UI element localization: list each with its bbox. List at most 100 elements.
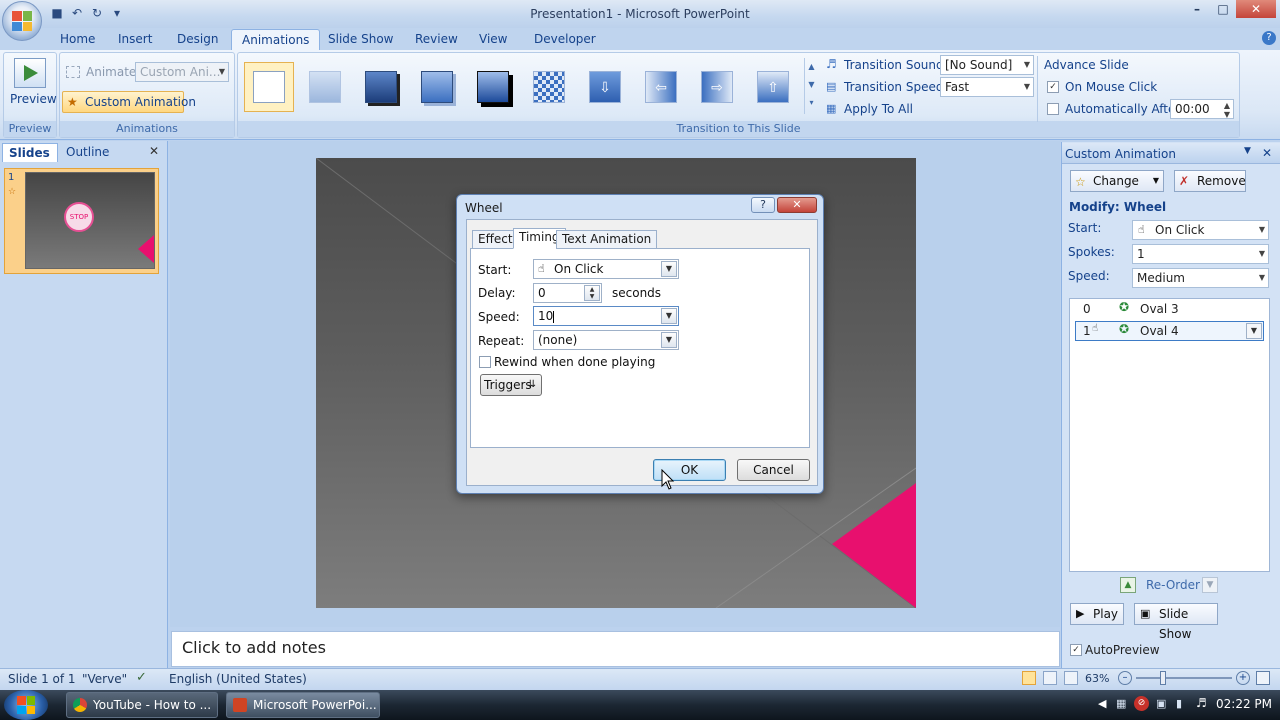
chevron-down-icon[interactable]: ▼ xyxy=(1246,323,1262,339)
office-button[interactable] xyxy=(2,1,42,41)
spelling-icon[interactable]: ✓ xyxy=(136,670,147,685)
volume-icon[interactable]: ♬ xyxy=(1196,696,1207,710)
start-button[interactable] xyxy=(4,690,48,720)
tab-view[interactable]: View xyxy=(469,29,517,50)
tab-text-animation[interactable]: Text Animation xyxy=(556,230,658,249)
slideshow-view-icon[interactable] xyxy=(1064,671,1078,685)
fit-window-icon[interactable] xyxy=(1256,671,1270,685)
spinner-icon[interactable]: ▲ ▼ xyxy=(1224,101,1230,119)
play-button[interactable]: ▶ Play xyxy=(1070,603,1124,625)
slide-sorter-icon[interactable] xyxy=(1043,671,1057,685)
auto-after-value: 00:00 xyxy=(1175,102,1210,116)
cancel-button[interactable]: Cancel xyxy=(737,459,810,481)
tab-slides[interactable]: Slides xyxy=(2,143,58,162)
transition-fade-black-button[interactable] xyxy=(356,62,406,112)
taskbar-item-powerpoint[interactable]: Microsoft PowerPoi... xyxy=(226,692,380,718)
slideshow-button[interactable]: ▣ Slide Show xyxy=(1134,603,1218,641)
move-up-icon[interactable]: ▲ xyxy=(1120,577,1136,593)
slide-thumbnail-image: STOP xyxy=(25,172,155,269)
close-pane-icon[interactable]: ✕ xyxy=(149,144,159,158)
notes-area[interactable]: Click to add notes xyxy=(171,631,1060,667)
transition-sound-dropdown[interactable]: [No Sound] ▼ xyxy=(940,55,1034,75)
transition-wipe-right-button[interactable]: ⇨ xyxy=(692,62,742,112)
power-icon[interactable]: ▮ xyxy=(1176,697,1182,710)
list-item[interactable]: 0 ✪ Oval 3 xyxy=(1073,299,1267,319)
remove-button[interactable]: ✗ Remove xyxy=(1174,170,1246,192)
transition-none-button[interactable] xyxy=(244,62,294,112)
transition-wipe-down-button[interactable]: ⇩ xyxy=(580,62,630,112)
normal-view-icon[interactable] xyxy=(1022,671,1036,685)
custom-animation-button[interactable]: ★ Custom Animation xyxy=(62,91,196,113)
network-icon[interactable]: ▦ xyxy=(1116,697,1126,710)
tray-arrow-icon[interactable]: ◀ xyxy=(1098,697,1106,710)
zoom-out-icon[interactable]: – xyxy=(1118,671,1132,685)
dialog-delay-field[interactable]: 0 ▲ ▼ xyxy=(533,283,602,303)
taskbar-item-youtube[interactable]: YouTube - How to ... xyxy=(66,692,218,718)
redo-icon[interactable]: ↻ xyxy=(90,6,104,20)
help-icon[interactable]: ? xyxy=(1262,31,1276,45)
preview-group-label: Preview xyxy=(4,121,56,137)
zoom-slider-thumb[interactable] xyxy=(1160,671,1166,685)
tab-insert[interactable]: Insert xyxy=(108,29,162,50)
dialog-help-button[interactable]: ? xyxy=(751,197,775,213)
dialog-close-button[interactable]: ✕ xyxy=(777,197,817,213)
transition-wipe-up-button[interactable]: ⇧ xyxy=(748,62,798,112)
maximize-button[interactable]: □ xyxy=(1210,0,1236,18)
custom-animation-label: Custom Animation xyxy=(85,95,196,109)
triggers-button[interactable]: Triggers ⇊ xyxy=(480,374,542,396)
tab-effect[interactable]: Effect xyxy=(472,230,519,249)
preview-button[interactable]: Preview xyxy=(10,92,57,106)
list-item-selected[interactable]: 1 ☝ ✪ Oval 4 ▼ xyxy=(1075,321,1264,341)
security-icon[interactable]: ⊘ xyxy=(1134,696,1149,711)
pane-speed-dropdown[interactable]: Medium ▼ xyxy=(1132,268,1269,288)
list-item-number: 0 xyxy=(1083,302,1091,316)
transition-wipe-left-button[interactable]: ⇦ xyxy=(636,62,686,112)
auto-after-checkbox[interactable] xyxy=(1047,103,1059,115)
minimize-button[interactable]: – xyxy=(1184,0,1210,18)
dialog-repeat-dropdown[interactable]: (none) ▼ xyxy=(533,330,679,350)
clock[interactable]: 02:22 PM xyxy=(1216,697,1272,711)
slide-thumbnail-1[interactable]: STOP 1 ☆ xyxy=(4,168,159,274)
rewind-checkbox[interactable] xyxy=(479,356,491,368)
dialog-start-dropdown[interactable]: ☝ On Click ▼ xyxy=(533,259,679,279)
undo-icon[interactable]: ↶ xyxy=(70,6,84,20)
move-down-icon[interactable]: ▼ xyxy=(1202,577,1218,593)
tab-design[interactable]: Design xyxy=(167,29,228,50)
tab-outline[interactable]: Outline xyxy=(60,143,116,162)
on-mouse-click-checkbox[interactable]: ✓ xyxy=(1047,81,1059,93)
pane-close-icon[interactable]: ✕ xyxy=(1262,146,1272,160)
close-button[interactable]: ✕ xyxy=(1236,0,1276,18)
save-icon[interactable]: ■ xyxy=(50,6,64,20)
display-icon[interactable]: ▣ xyxy=(1156,697,1166,710)
zoom-slider[interactable] xyxy=(1136,677,1232,679)
rewind-label: Rewind when done playing xyxy=(494,355,656,369)
transition-cut-black-button[interactable] xyxy=(468,62,518,112)
spokes-dropdown[interactable]: 1 ▼ xyxy=(1132,244,1269,264)
transition-speed-dropdown[interactable]: Fast ▼ xyxy=(940,77,1034,97)
tab-home[interactable]: Home xyxy=(50,29,105,50)
pane-menu-icon[interactable]: ▼ xyxy=(1244,146,1251,156)
change-button[interactable]: ☆ Change ▼ xyxy=(1070,170,1164,192)
transition-fade-button[interactable] xyxy=(300,62,350,112)
preview-icon[interactable] xyxy=(14,58,46,88)
apply-to-all-button[interactable]: Apply To All xyxy=(844,102,913,116)
tab-review[interactable]: Review xyxy=(405,29,468,50)
transition-cut-button[interactable] xyxy=(412,62,462,112)
spinner-icon[interactable]: ▲ ▼ xyxy=(584,285,600,301)
tab-developer[interactable]: Developer xyxy=(524,29,606,50)
autopreview-checkbox[interactable]: ✓ xyxy=(1070,644,1082,656)
customize-qat-icon[interactable]: ▾ xyxy=(110,6,124,20)
tab-slide-show[interactable]: Slide Show xyxy=(318,29,403,50)
auto-after-field[interactable]: 00:00 ▲ ▼ xyxy=(1170,99,1234,119)
zoom-in-icon[interactable]: + xyxy=(1236,671,1250,685)
powerpoint-icon xyxy=(233,698,247,712)
zoom-level[interactable]: 63% xyxy=(1085,672,1109,685)
tab-animations[interactable]: Animations xyxy=(231,29,321,50)
slideshow-icon: ▣ xyxy=(1140,607,1151,620)
transition-gallery-scroll[interactable]: ▲ ▼ ▾ xyxy=(804,58,818,114)
pane-start-dropdown[interactable]: ☝ On Click ▼ xyxy=(1132,220,1269,240)
transition-dissolve-button[interactable] xyxy=(524,62,574,112)
animate-dropdown[interactable]: Custom Ani... ▼ xyxy=(135,62,229,82)
mouse-icon: ☝ xyxy=(1092,323,1099,334)
dialog-speed-combobox[interactable]: 10 ▼ xyxy=(533,306,679,326)
